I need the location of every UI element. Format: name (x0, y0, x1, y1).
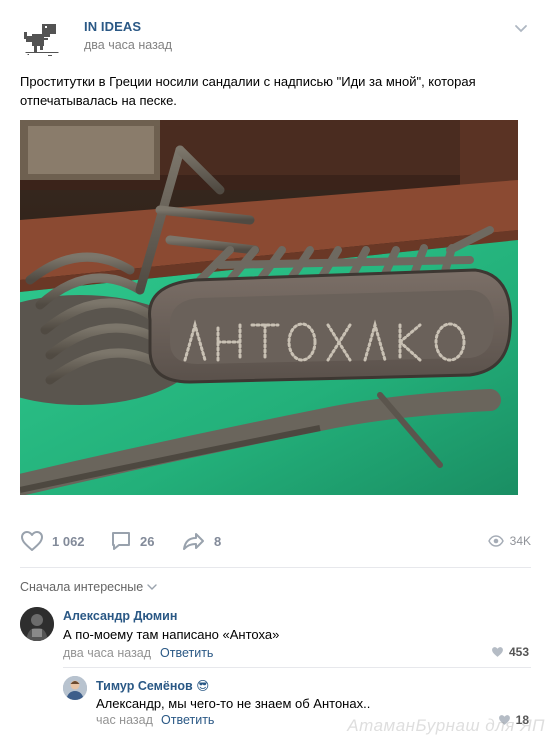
post-time[interactable]: два часа назад (84, 38, 172, 52)
share-count: 8 (214, 533, 222, 549)
reply-text: Александр, мы чего-то не знаем об Антона… (96, 696, 371, 711)
post-photo[interactable] (20, 120, 518, 495)
like-button[interactable]: 1 062 (20, 526, 85, 556)
sandals-photo (20, 120, 518, 495)
community-avatar[interactable] (20, 16, 64, 60)
reply-author-name[interactable]: Тимур Семёнов 😎 (96, 678, 209, 693)
post-actions: 1 062 26 8 34K (20, 526, 531, 556)
comment-like-button[interactable]: 453 (491, 645, 529, 659)
reply-author-avatar[interactable] (63, 676, 87, 700)
views-counter: 34K (487, 526, 531, 556)
reply-button[interactable]: Ответить (161, 713, 214, 727)
comment-count: 26 (140, 533, 155, 549)
heart-icon (492, 647, 503, 657)
post-text: Проститутки в Греции носили сандалии с н… (20, 74, 476, 108)
reply-time[interactable]: час назад (96, 713, 153, 727)
comment-time[interactable]: два часа назад (63, 646, 151, 660)
divider (20, 567, 531, 568)
comment-author-avatar[interactable] (20, 607, 54, 641)
reply-button[interactable]: Ответить (160, 646, 213, 660)
share-arrow-icon (183, 533, 204, 550)
comment-icon (112, 532, 130, 550)
comment-divider (63, 667, 531, 668)
post-card: IN IDEAS два часа назад Проститутки в Гр… (0, 0, 551, 740)
chevron-down-icon (147, 584, 157, 590)
comments-sort-dropdown[interactable]: Сначала интересные (20, 580, 157, 594)
heart-icon (21, 531, 43, 551)
comments-sort-label: Сначала интересные (20, 580, 144, 594)
comment-like-count: 453 (508, 645, 529, 659)
chevron-down-icon[interactable] (513, 20, 529, 36)
comment-text: А по-моему там написано «Антоха» (63, 627, 280, 642)
watermark: АтаманБурнаш для ЯП (347, 716, 545, 735)
sunglasses-emoji: 😎 (196, 679, 210, 693)
comment-author-name[interactable]: Александр Дюмин (63, 609, 177, 623)
avatar-photo (20, 607, 54, 641)
like-count: 1 062 (52, 533, 85, 549)
dino-logo-icon (20, 16, 64, 60)
share-button[interactable]: 8 (182, 526, 221, 556)
comment-button[interactable]: 26 (110, 526, 154, 556)
post-header: IN IDEAS два часа назад (20, 14, 531, 60)
views-count: 34K (509, 534, 531, 548)
avatar-photo (63, 676, 87, 700)
community-name[interactable]: IN IDEAS (84, 19, 141, 34)
eye-icon (487, 535, 504, 547)
